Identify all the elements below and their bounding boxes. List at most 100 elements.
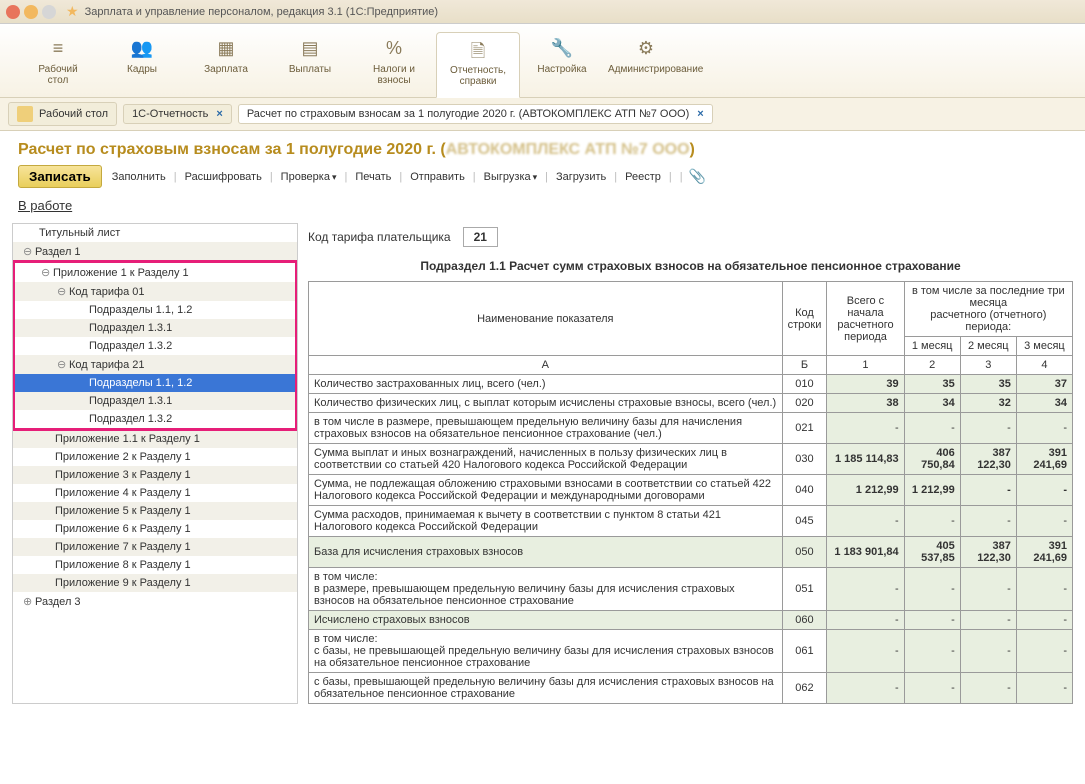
cell-value[interactable]: 1 185 114,83 <box>827 444 904 475</box>
window-minimize-icon[interactable] <box>24 5 38 19</box>
action-печать[interactable]: Печать <box>349 168 397 186</box>
tree-item[interactable]: Приложение 9 к Разделу 1 <box>13 574 297 592</box>
cell-value[interactable]: 387 122,30 <box>960 444 1016 475</box>
action-заполнить[interactable]: Заполнить <box>106 168 172 186</box>
tree-item[interactable]: Приложение 3 к Разделу 1 <box>13 466 297 484</box>
cell-value[interactable]: - <box>1016 630 1072 673</box>
cell-value[interactable]: - <box>1016 506 1072 537</box>
action-отправить[interactable]: Отправить <box>404 168 471 186</box>
cell-value[interactable]: 32 <box>960 394 1016 413</box>
close-icon[interactable]: × <box>216 108 222 120</box>
tree-item[interactable]: Титульный лист <box>13 224 297 242</box>
main-nav-item[interactable]: 🔧Настройка <box>520 32 604 97</box>
tree-item[interactable]: Подраздел 1.3.2 <box>15 410 295 428</box>
tree-item[interactable]: ⊖Код тарифа 01 <box>15 282 295 301</box>
main-nav-item[interactable]: %Налоги и взносы <box>352 32 436 97</box>
document-tab[interactable]: Расчет по страховым взносам за 1 полугод… <box>238 104 713 124</box>
cell-value[interactable]: - <box>827 506 904 537</box>
cell-value[interactable]: - <box>827 413 904 444</box>
expand-icon[interactable]: ⊖ <box>57 285 69 298</box>
cell-value[interactable]: 405 537,85 <box>904 537 960 568</box>
cell-value[interactable]: 1 183 901,84 <box>827 537 904 568</box>
cell-value[interactable]: 1 212,99 <box>827 475 904 506</box>
tree-item[interactable]: ⊖Раздел 1 <box>13 242 297 261</box>
document-tab[interactable]: 1С-Отчетность× <box>123 104 232 124</box>
cell-value[interactable]: - <box>904 568 960 611</box>
cell-value[interactable]: - <box>904 413 960 444</box>
save-button[interactable]: Записать <box>18 165 102 188</box>
cell-value[interactable]: 39 <box>827 375 904 394</box>
cell-value[interactable]: - <box>904 611 960 630</box>
cell-value[interactable]: - <box>827 630 904 673</box>
expand-icon[interactable]: ⊖ <box>41 266 53 279</box>
tree-item[interactable]: Приложение 2 к Разделу 1 <box>13 448 297 466</box>
cell-value[interactable]: - <box>904 506 960 537</box>
tree-item[interactable]: Приложение 4 к Разделу 1 <box>13 484 297 502</box>
cell-value[interactable]: - <box>960 611 1016 630</box>
tree-item[interactable]: Приложение 8 к Разделу 1 <box>13 556 297 574</box>
tree-item[interactable]: ⊖Приложение 1 к Разделу 1 <box>15 263 295 282</box>
cell-value[interactable]: - <box>960 673 1016 704</box>
tree-item[interactable]: Подраздел 1.3.1 <box>15 319 295 337</box>
tree-item[interactable]: Подразделы 1.1, 1.2 <box>15 374 295 392</box>
cell-value[interactable]: 35 <box>904 375 960 394</box>
cell-value[interactable]: - <box>1016 673 1072 704</box>
cell-value[interactable]: - <box>827 611 904 630</box>
cell-value[interactable]: - <box>827 673 904 704</box>
cell-value[interactable]: 37 <box>1016 375 1072 394</box>
tree-item[interactable]: Подраздел 1.3.2 <box>15 337 295 355</box>
window-maximize-icon[interactable] <box>42 5 56 19</box>
cell-value[interactable]: - <box>960 630 1016 673</box>
tree-item[interactable]: ⊕Раздел 3 <box>13 592 297 611</box>
tree-item[interactable]: Приложение 1.1 к Разделу 1 <box>13 430 297 448</box>
cell-value[interactable]: 1 212,99 <box>904 475 960 506</box>
action-расшифровать[interactable]: Расшифровать <box>179 168 268 186</box>
cell-value[interactable]: 391 241,69 <box>1016 444 1072 475</box>
attachment-icon[interactable]: 📎 <box>689 168 706 185</box>
main-nav-item[interactable]: 🗎Отчетность, справки <box>436 32 520 98</box>
cell-value[interactable]: - <box>904 673 960 704</box>
cell-value[interactable]: - <box>1016 475 1072 506</box>
tree-item[interactable]: Подраздел 1.3.1 <box>15 392 295 410</box>
cell-value[interactable]: 387 122,30 <box>960 537 1016 568</box>
report-tree[interactable]: Титульный лист⊖Раздел 1 ⊖Приложение 1 к Р… <box>12 223 298 704</box>
tree-item[interactable]: Подразделы 1.1, 1.2 <box>15 301 295 319</box>
cell-value[interactable]: - <box>1016 568 1072 611</box>
cell-value[interactable]: - <box>1016 413 1072 444</box>
cell-value[interactable]: - <box>960 475 1016 506</box>
action-выгрузка[interactable]: Выгрузка▾ <box>478 168 544 186</box>
cell-value[interactable]: 391 241,69 <box>1016 537 1072 568</box>
cell-value[interactable]: - <box>904 630 960 673</box>
tree-item[interactable]: Приложение 6 к Разделу 1 <box>13 520 297 538</box>
tree-item[interactable]: Приложение 7 к Разделу 1 <box>13 538 297 556</box>
cell-value[interactable]: - <box>960 413 1016 444</box>
cell-value[interactable]: 35 <box>960 375 1016 394</box>
main-nav-item[interactable]: ▦Зарплата <box>184 32 268 97</box>
cell-value[interactable]: - <box>960 506 1016 537</box>
document-tab[interactable]: Рабочий стол <box>8 102 117 126</box>
tariff-code[interactable]: 21 <box>463 227 498 247</box>
window-close-icon[interactable] <box>6 5 20 19</box>
favorite-star-icon[interactable]: ★ <box>66 3 79 20</box>
cell-value[interactable]: 406 750,84 <box>904 444 960 475</box>
cell-value[interactable]: 34 <box>904 394 960 413</box>
main-nav-item[interactable]: ⚙Администрирование <box>604 32 688 97</box>
cell-value[interactable]: 38 <box>827 394 904 413</box>
main-nav-item[interactable]: ▤Выплаты <box>268 32 352 97</box>
expand-icon[interactable]: ⊖ <box>23 245 35 258</box>
action-загрузить[interactable]: Загрузить <box>550 168 612 186</box>
cell-value[interactable]: - <box>960 568 1016 611</box>
expand-icon[interactable]: ⊕ <box>23 595 35 608</box>
cell-value[interactable]: - <box>1016 611 1072 630</box>
cell-value[interactable]: 34 <box>1016 394 1072 413</box>
action-реестр[interactable]: Реестр <box>619 168 667 186</box>
main-nav-item[interactable]: 👥Кадры <box>100 32 184 97</box>
status-link[interactable]: В работе <box>0 198 1085 223</box>
close-icon[interactable]: × <box>697 108 703 120</box>
cell-value[interactable]: - <box>827 568 904 611</box>
tree-item[interactable]: ⊖Код тарифа 21 <box>15 355 295 374</box>
main-nav-item[interactable]: ≡Рабочий стол <box>16 32 100 97</box>
action-проверка[interactable]: Проверка▾ <box>275 168 343 186</box>
tree-item[interactable]: Приложение 5 к Разделу 1 <box>13 502 297 520</box>
expand-icon[interactable]: ⊖ <box>57 358 69 371</box>
